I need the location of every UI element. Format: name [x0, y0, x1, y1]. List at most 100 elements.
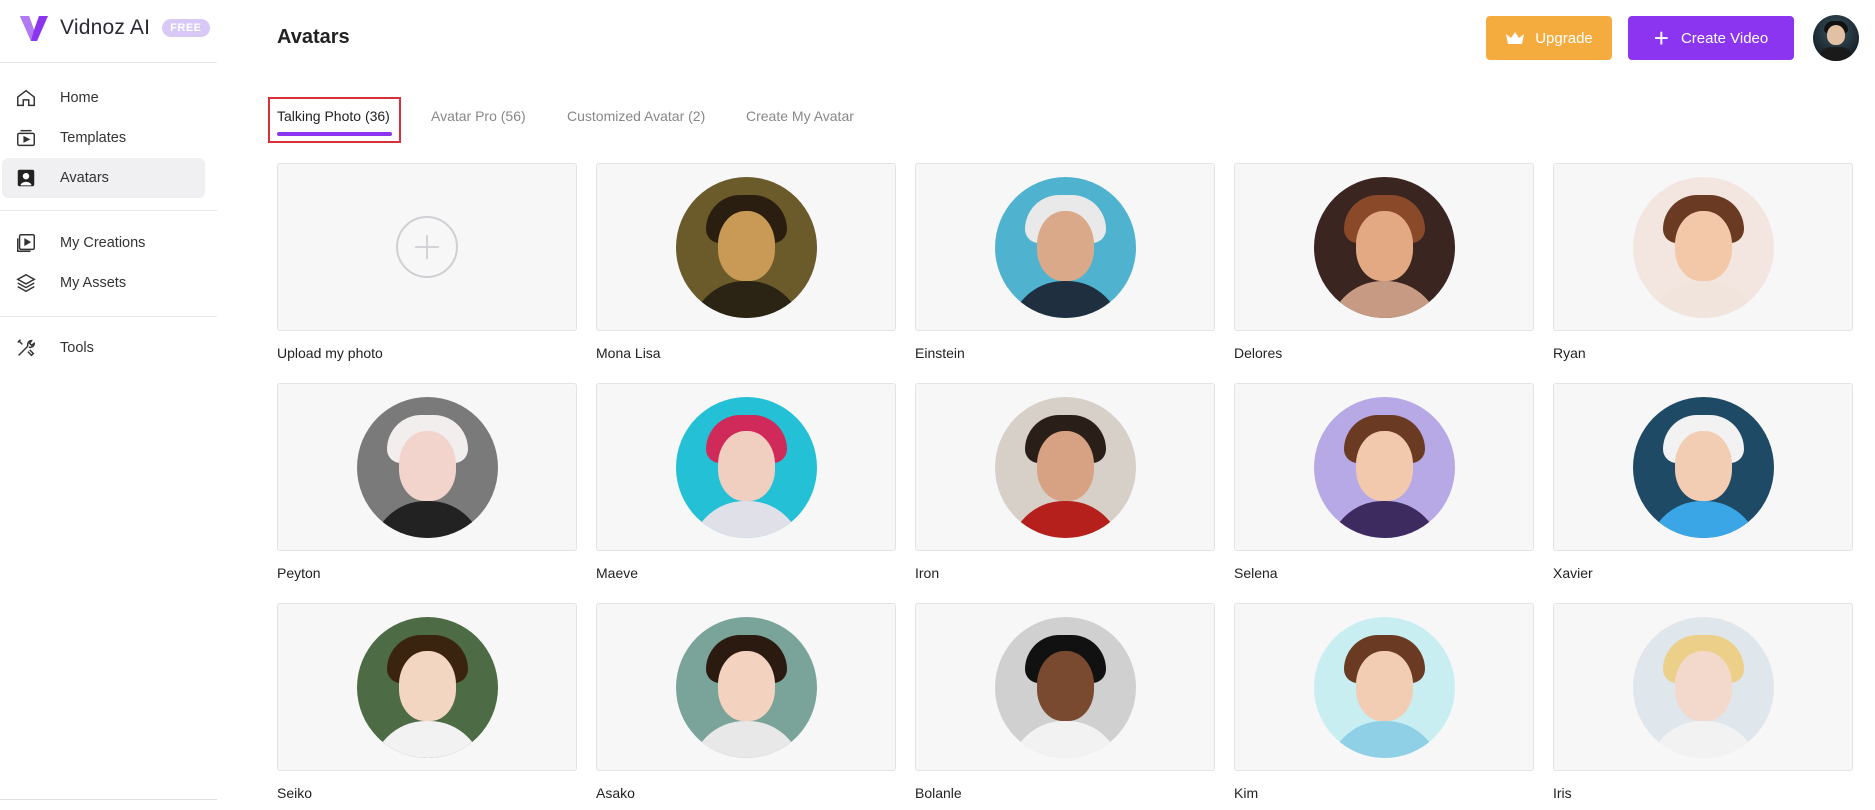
brand-name: Vidnoz AI: [60, 16, 151, 39]
avatar-portrait: [675, 616, 817, 758]
avatar-name: Maeve: [596, 565, 639, 581]
avatar-portrait: [994, 176, 1136, 318]
sidebar-item-label: My Assets: [60, 275, 127, 291]
sidebar-item-avatars[interactable]: Avatars: [2, 158, 205, 198]
avatar-thumbnail[interactable]: [1234, 603, 1534, 771]
sidebar-item-label: My Creations: [60, 235, 146, 251]
avatar-name: Asako: [596, 785, 635, 801]
home-icon: [14, 86, 38, 110]
avatar-thumbnail[interactable]: [596, 603, 896, 771]
avatar-thumbnail[interactable]: [277, 383, 577, 551]
avatar-card[interactable]: Delores: [1234, 163, 1534, 361]
upgrade-label: Upgrade: [1535, 29, 1593, 47]
avatar-card[interactable]: Seiko: [277, 603, 577, 801]
add-photo-icon[interactable]: [396, 216, 458, 278]
templates-icon: [14, 126, 38, 150]
upload-photo-box[interactable]: [277, 163, 577, 331]
avatar-portrait: [1313, 616, 1455, 758]
tab-avatar-pro[interactable]: Avatar Pro (56): [431, 96, 526, 136]
avatar-thumbnail[interactable]: [915, 603, 1215, 771]
create-video-label: Create Video: [1680, 29, 1769, 47]
play-square-icon: [14, 231, 38, 255]
avatar-portrait: [1313, 396, 1455, 538]
avatar-name: Selena: [1234, 565, 1278, 581]
user-avatar[interactable]: [1813, 15, 1859, 61]
avatar-thumbnail[interactable]: [1234, 163, 1534, 331]
avatar-card[interactable]: Mona Lisa: [596, 163, 896, 361]
sidebar-item-home[interactable]: Home: [2, 78, 205, 118]
avatar-name: Delores: [1234, 345, 1283, 361]
avatar-card[interactable]: Kim: [1234, 603, 1534, 801]
avatar-card[interactable]: Selena: [1234, 383, 1534, 581]
avatar-card[interactable]: Einstein: [915, 163, 1215, 361]
sidebar-item-label: Tools: [60, 340, 94, 356]
sidebar-divider: [0, 316, 217, 317]
avatar-card[interactable]: Bolanle: [915, 603, 1215, 801]
avatar-name: Mona Lisa: [596, 345, 661, 361]
tools-icon: [14, 336, 38, 360]
avatar-portrait: [675, 176, 817, 318]
avatar-thumbnail[interactable]: [596, 383, 896, 551]
sidebar: Vidnoz AI FREE Home Templates Avatars My…: [0, 0, 217, 810]
avatar-thumbnail[interactable]: [277, 603, 577, 771]
avatar-thumbnail[interactable]: [915, 163, 1215, 331]
sidebar-item-my-creations[interactable]: My Creations: [2, 223, 205, 263]
avatar-portrait: [356, 396, 498, 538]
tab-customized-avatar[interactable]: Customized Avatar (2): [567, 96, 705, 136]
selection-highlight-box: [268, 97, 401, 143]
avatar-name: Peyton: [277, 565, 321, 581]
avatar-name: Upload my photo: [277, 345, 383, 361]
avatar-card[interactable]: Maeve: [596, 383, 896, 581]
vidnoz-logo-icon: [20, 16, 48, 41]
plus-icon: +: [1653, 23, 1669, 53]
avatar-name: Seiko: [277, 785, 313, 801]
crown-icon: [1506, 32, 1525, 44]
avatar-portrait: [1632, 396, 1774, 538]
avatar-name: Ryan: [1553, 345, 1586, 361]
avatar-card[interactable]: Xavier: [1553, 383, 1853, 581]
avatar-name: Einstein: [915, 345, 965, 361]
avatar-thumbnail[interactable]: [596, 163, 896, 331]
create-video-button[interactable]: + Create Video: [1628, 16, 1794, 60]
sidebar-item-templates[interactable]: Templates: [2, 118, 205, 158]
tab-label: Customized Avatar (2): [567, 108, 706, 124]
avatar-card[interactable]: Asako: [596, 603, 896, 801]
brand[interactable]: Vidnoz AI FREE: [18, 12, 210, 44]
plan-badge: FREE: [162, 19, 210, 37]
sidebar-item-my-assets[interactable]: My Assets: [2, 263, 205, 303]
avatar-icon: [14, 166, 38, 190]
tab-label: Avatar Pro (56): [431, 108, 526, 124]
avatar-portrait: [994, 616, 1136, 758]
avatar-thumbnail[interactable]: [1234, 383, 1534, 551]
avatar-card[interactable]: Iron: [915, 383, 1215, 581]
avatar-portrait: [675, 396, 817, 538]
avatar-name: Kim: [1234, 785, 1259, 801]
avatar-name: Iron: [915, 565, 940, 581]
avatar-card[interactable]: Peyton: [277, 383, 577, 581]
avatar-name: Bolanle: [915, 785, 962, 801]
sidebar-divider: [0, 210, 217, 211]
avatar-thumbnail[interactable]: [1553, 163, 1853, 331]
sidebar-divider: [0, 799, 217, 800]
sidebar-item-label: Home: [60, 90, 99, 106]
avatar-portrait: [356, 616, 498, 758]
sidebar-item-tools[interactable]: Tools: [2, 328, 205, 368]
avatar-name: Xavier: [1553, 565, 1593, 581]
avatar-portrait: [1313, 176, 1455, 318]
avatar-portrait: [1632, 176, 1774, 318]
avatar-thumbnail[interactable]: [1553, 383, 1853, 551]
upload-photo-card[interactable]: Upload my photo: [277, 163, 577, 361]
avatar-thumbnail[interactable]: [915, 383, 1215, 551]
tab-create-my-avatar[interactable]: Create My Avatar: [746, 96, 854, 136]
avatar-portrait: [1632, 616, 1774, 758]
upgrade-button[interactable]: Upgrade: [1486, 16, 1612, 60]
avatar-portrait: [994, 396, 1136, 538]
avatar-thumbnail[interactable]: [1553, 603, 1853, 771]
sidebar-item-label: Avatars: [60, 170, 109, 186]
avatar-name: Iris: [1553, 785, 1572, 801]
avatar-card[interactable]: Ryan: [1553, 163, 1853, 361]
layers-icon: [14, 271, 38, 295]
tab-label: Create My Avatar: [746, 108, 854, 124]
avatar-card[interactable]: Iris: [1553, 603, 1853, 801]
page-title: Avatars: [277, 26, 350, 48]
